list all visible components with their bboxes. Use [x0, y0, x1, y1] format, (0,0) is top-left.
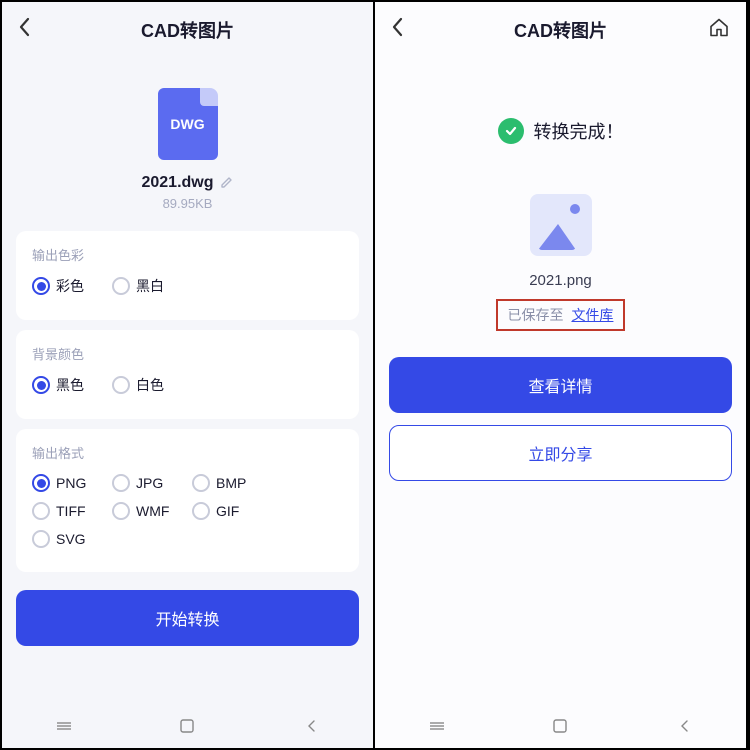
file-preview: DWG 2021.dwg 89.95KB [16, 58, 359, 231]
section-bg-color: 背景颜色 黑色 白色 [16, 330, 359, 419]
nav-back-icon[interactable] [303, 718, 319, 734]
edit-icon[interactable] [220, 175, 234, 192]
section-label: 输出色彩 [32, 245, 343, 264]
radio-label: 白色 [136, 375, 164, 395]
header: CAD转图片 [375, 2, 746, 58]
success-banner: 转换完成！ [375, 118, 746, 144]
start-convert-button[interactable]: 开始转换 [16, 590, 359, 646]
header: CAD转图片 [2, 2, 373, 58]
view-details-button[interactable]: 查看详情 [389, 357, 732, 413]
radio-icon [112, 277, 130, 295]
back-icon[interactable] [18, 17, 30, 43]
file-badge: DWG [170, 116, 204, 132]
radio-label: JPG [136, 475, 163, 491]
page-title: CAD转图片 [514, 17, 607, 43]
radio-label: WMF [136, 503, 169, 519]
radio-bg-white[interactable]: 白色 [112, 375, 192, 395]
radio-format-tiff[interactable]: TIFF [32, 502, 112, 520]
success-text: 转换完成！ [534, 118, 624, 144]
section-output-format: 输出格式 PNG JPG BMP TIFF WMF GIF SVG [16, 429, 359, 572]
radio-icon [32, 376, 50, 394]
radio-format-gif[interactable]: GIF [192, 502, 272, 520]
radio-icon [112, 502, 130, 520]
check-icon [498, 118, 524, 144]
radio-format-wmf[interactable]: WMF [112, 502, 192, 520]
radio-label: BMP [216, 475, 246, 491]
action-buttons: 查看详情 立即分享 [375, 349, 746, 481]
file-library-link[interactable]: 文件库 [571, 305, 613, 325]
radio-icon [112, 474, 130, 492]
radio-icon [32, 277, 50, 295]
radio-format-png[interactable]: PNG [32, 474, 112, 492]
section-output-color: 输出色彩 彩色 黑白 [16, 231, 359, 320]
saved-location-row: 已保存至 文件库 [496, 299, 626, 331]
radio-icon [32, 530, 50, 548]
radio-label: TIFF [56, 503, 86, 519]
system-nav-bar [375, 704, 746, 748]
radio-icon [192, 474, 210, 492]
radio-label: PNG [56, 475, 86, 491]
nav-back-icon[interactable] [676, 718, 692, 734]
radio-format-bmp[interactable]: BMP [192, 474, 272, 492]
share-now-button[interactable]: 立即分享 [389, 425, 732, 481]
system-nav-bar [2, 704, 373, 748]
nav-recent-icon[interactable] [56, 718, 72, 734]
radio-icon [32, 474, 50, 492]
nav-home-icon[interactable] [179, 718, 195, 734]
nav-recent-icon[interactable] [429, 718, 445, 734]
screen-convert-complete: CAD转图片 转换完成！ 2021.png 已保存至 文件库 查看详情 立即分享 [375, 2, 748, 748]
radio-icon [192, 502, 210, 520]
nav-home-icon[interactable] [552, 718, 568, 734]
radio-format-svg[interactable]: SVG [32, 530, 112, 548]
page-title: CAD转图片 [141, 17, 234, 43]
radio-bg-black[interactable]: 黑色 [32, 375, 112, 395]
radio-icon [112, 376, 130, 394]
dwg-file-icon: DWG [158, 88, 218, 160]
radio-label: 黑色 [56, 375, 84, 395]
screen-convert-settings: CAD转图片 DWG 2021.dwg 89.95KB 输出色彩 彩色 黑白 背… [2, 2, 375, 748]
radio-group-bg: 黑色 白色 [32, 375, 343, 405]
radio-color-full[interactable]: 彩色 [32, 276, 112, 296]
file-name: 2021.dwg [141, 174, 213, 192]
radio-format-jpg[interactable]: JPG [112, 474, 192, 492]
radio-icon [32, 502, 50, 520]
section-label: 输出格式 [32, 443, 343, 462]
home-icon[interactable] [708, 17, 730, 44]
section-label: 背景颜色 [32, 344, 343, 363]
image-file-icon [530, 194, 592, 256]
radio-label: GIF [216, 503, 239, 519]
radio-label: SVG [56, 531, 86, 547]
file-name-row: 2021.dwg [141, 174, 233, 192]
radio-label: 黑白 [136, 276, 164, 296]
radio-group-color: 彩色 黑白 [32, 276, 343, 306]
output-filename: 2021.png [375, 272, 746, 289]
radio-label: 彩色 [56, 276, 84, 296]
content-area: DWG 2021.dwg 89.95KB 输出色彩 彩色 黑白 背景颜色 黑色 … [2, 58, 373, 704]
back-icon[interactable] [391, 17, 403, 43]
saved-label: 已保存至 [508, 305, 564, 325]
radio-group-format: PNG JPG BMP TIFF WMF GIF SVG [32, 474, 343, 558]
file-size: 89.95KB [163, 196, 213, 211]
radio-color-bw[interactable]: 黑白 [112, 276, 192, 296]
